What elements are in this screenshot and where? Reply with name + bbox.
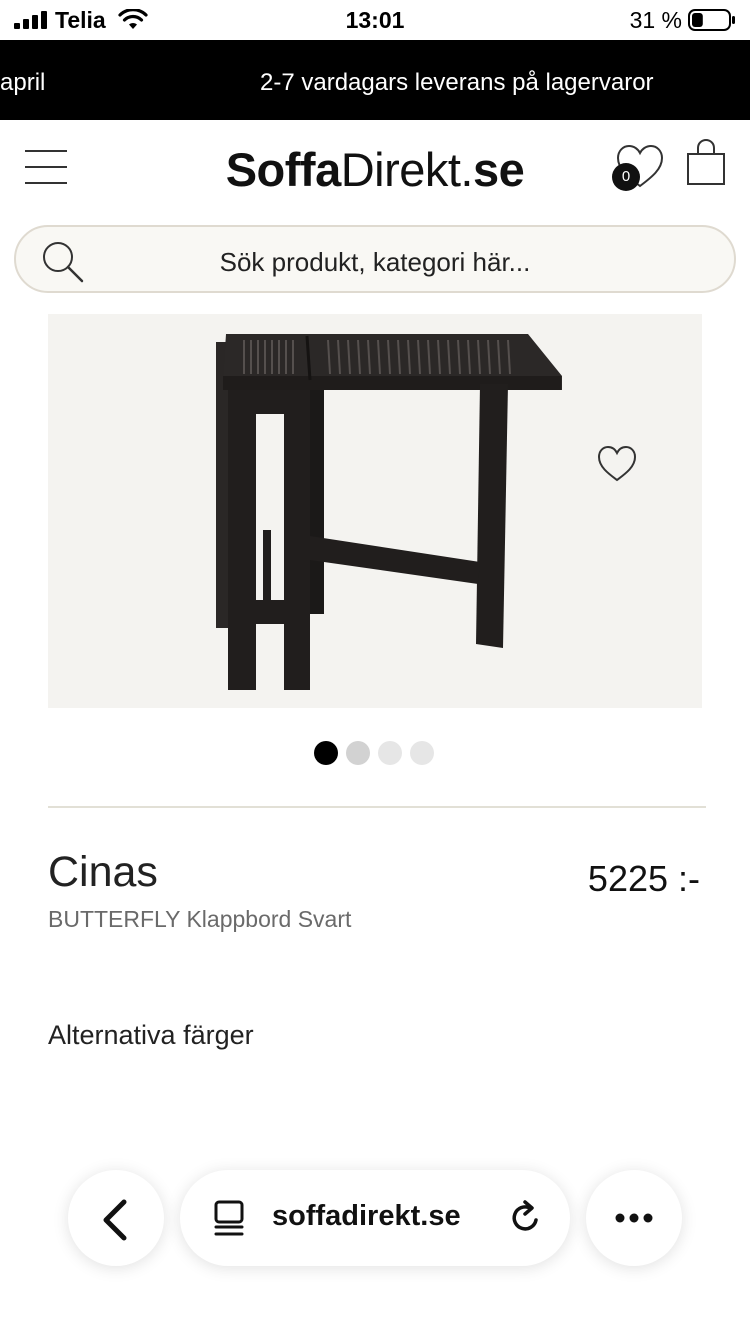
- logo-part-direkt: Direkt.: [340, 143, 474, 196]
- gallery-dot[interactable]: [314, 741, 338, 765]
- gallery-dot[interactable]: [410, 741, 434, 765]
- battery-fill: [692, 13, 703, 27]
- url-text[interactable]: soffadirekt.se: [272, 1200, 461, 1233]
- gallery-dot[interactable]: [378, 741, 402, 765]
- product-price: 5225 :-: [587, 858, 700, 899]
- wishlist-count-badge: 0: [612, 163, 640, 191]
- image-gallery-pagination: [314, 741, 438, 765]
- logo-part-se: se: [473, 143, 525, 196]
- chevron-left-icon: [103, 1199, 127, 1241]
- search-placeholder: Sök produkt, kategori här...: [219, 247, 531, 277]
- battery-percentage: 31 %: [629, 7, 682, 33]
- product-image[interactable]: [48, 314, 702, 708]
- back-button[interactable]: [68, 1170, 164, 1266]
- product-name: BUTTERFLY Klappbord Svart: [48, 906, 352, 932]
- folding-table-image: [216, 334, 562, 690]
- logo-part-soffa: Soffa: [225, 143, 342, 196]
- divider: [48, 806, 706, 808]
- page-format-icon[interactable]: [212, 1199, 246, 1237]
- more-options-button[interactable]: [586, 1170, 682, 1266]
- ellipsis-icon: [615, 1213, 653, 1223]
- reload-icon[interactable]: [506, 1199, 544, 1237]
- battery-icon: [688, 9, 735, 31]
- add-to-wishlist-heart-icon[interactable]: [596, 444, 638, 484]
- gallery-dot[interactable]: [346, 741, 370, 765]
- promo-banner: april 2-7 vardagars leverans på lagervar…: [0, 40, 750, 120]
- cart-button[interactable]: [684, 138, 728, 188]
- promo-text-delivery: 2-7 vardagars leverans på lagervaror: [260, 69, 654, 96]
- shopping-bag-icon: [687, 138, 725, 185]
- status-bar: Telia 13:01 31 %: [0, 0, 750, 40]
- alternative-colors-heading: Alternativa färger: [48, 1020, 254, 1050]
- product-brand: Cinas: [48, 848, 158, 896]
- promo-text-previous: april: [0, 69, 46, 96]
